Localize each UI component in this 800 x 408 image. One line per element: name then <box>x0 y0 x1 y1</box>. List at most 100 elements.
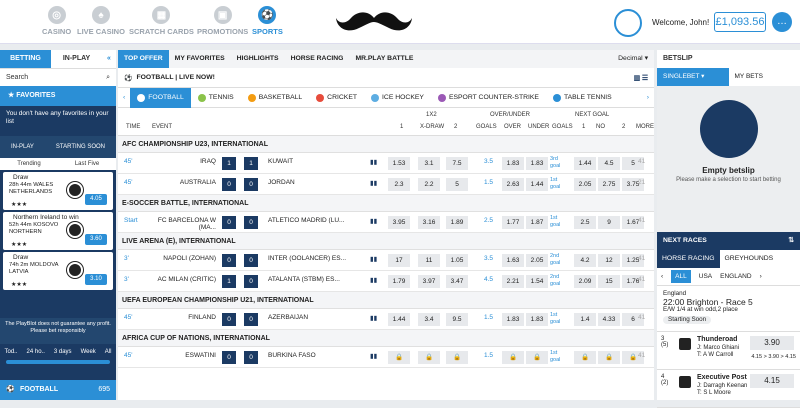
odd-button[interactable]: 🔒 <box>388 351 410 364</box>
odd-button[interactable]: 1.54 <box>526 275 548 288</box>
mini-in-play[interactable]: IN-PLAY <box>11 144 34 150</box>
search-input[interactable]: Search⌕ <box>0 68 116 86</box>
more-markets[interactable]: 41 <box>638 217 645 224</box>
odd-button[interactable]: 1.77 <box>502 216 524 229</box>
price-button[interactable]: 3.90 <box>750 336 794 350</box>
odd-button[interactable]: 5 <box>446 178 468 191</box>
favorites-header[interactable]: ★ FAVORITES <box>0 86 116 106</box>
avatar[interactable] <box>614 9 642 37</box>
more-markets[interactable]: 41 <box>638 276 645 283</box>
stats-icon[interactable]: ▮▮ <box>370 179 377 187</box>
tab-trending[interactable]: Trending <box>0 158 58 170</box>
odd-button[interactable]: 🔒 <box>418 351 440 364</box>
event-row[interactable]: 3'NAPOLI (ZOHAN)00INTER (OOLANCER) ES...… <box>118 250 654 271</box>
sport-table-tennis[interactable]: TABLE TENNIS <box>546 94 619 102</box>
odd-button[interactable]: 15 <box>598 275 620 288</box>
odd-button[interactable]: 1.53 <box>388 157 410 170</box>
suggestion-card[interactable]: Draw74h 2m MOLDOVA LATVIA★★★3.10 <box>3 252 113 290</box>
nav-live-casino[interactable]: ♠LIVE CASINO <box>77 6 125 36</box>
prev-icon[interactable]: ‹ <box>118 94 130 101</box>
odd-button[interactable]: 3.95 <box>388 216 410 229</box>
odd-button[interactable]: 1.83 <box>526 157 548 170</box>
odd-button[interactable]: 2.75 <box>598 178 620 191</box>
odd-button[interactable]: 2.3 <box>388 178 410 191</box>
odd-button[interactable]: 1.83 <box>502 313 524 326</box>
odd-button[interactable]: 17 <box>388 254 410 267</box>
odd-button[interactable]: 1.44 <box>526 178 548 191</box>
sport-football[interactable]: FOOTBALL <box>130 88 191 108</box>
filter-icon[interactable]: ⇅ <box>788 232 794 250</box>
nav-promotions[interactable]: ▣PROMOTIONS <box>197 6 248 36</box>
odd-button[interactable]: 🔒 <box>574 351 596 364</box>
stats-icon[interactable]: ▮▮ <box>370 276 377 284</box>
next-icon[interactable]: › <box>642 94 654 101</box>
tab-greyhounds[interactable]: GREYHOUNDS <box>720 250 779 268</box>
odd-button[interactable]: 3.16 <box>418 216 440 229</box>
nav-sports[interactable]: ⚽SPORTS <box>252 6 283 36</box>
balance-button[interactable]: £1,093.56 <box>714 12 766 32</box>
race-info[interactable]: England22:00 Brighton - Race 5E/W 1/4 at… <box>657 286 800 332</box>
odd-button[interactable]: 1.44 <box>388 313 410 326</box>
odd-button[interactable]: 2.09 <box>574 275 596 288</box>
more-markets[interactable]: 21 <box>638 179 645 186</box>
odd-button[interactable]: 3.4 <box>418 313 440 326</box>
odd-button[interactable]: 2.63 <box>502 178 524 191</box>
sport-esport[interactable]: ESPORT COUNTER-STRIKE <box>431 94 546 102</box>
sport-basketball[interactable]: BASKETBALL <box>241 94 309 102</box>
odd-button[interactable]: 🔒 <box>446 351 468 364</box>
odd-button[interactable]: 9 <box>598 216 620 229</box>
odd-button[interactable]: 1.79 <box>388 275 410 288</box>
odd-button[interactable]: 1.83 <box>526 313 548 326</box>
odds-format-select[interactable]: Decimal ▾ <box>612 50 654 68</box>
mini-starting-soon[interactable]: STARTING SOON <box>56 144 105 150</box>
event-row[interactable]: 3'AC MILAN (CRITIC)10ATALANTA (STBM) ES.… <box>118 271 654 292</box>
more-markets[interactable]: 41 <box>638 255 645 262</box>
tab-my-favorites[interactable]: MY FAVORITES <box>169 50 231 68</box>
nav-casino[interactable]: ◎CASINO <box>42 6 71 36</box>
odd-button[interactable]: 🔒 <box>598 351 620 364</box>
nav-scratch-cards[interactable]: ▦SCRATCH CARDS <box>129 6 194 36</box>
price-button[interactable]: 4.15 <box>750 374 794 388</box>
runner-row[interactable]: 4 (2)Executive PostJ: Darragh Keenan T: … <box>657 370 800 408</box>
odd-button[interactable]: 3.60 <box>85 234 107 245</box>
tab-highlights[interactable]: HIGHLIGHTS <box>231 50 285 68</box>
odd-button[interactable]: 2.05 <box>526 254 548 267</box>
odd-button[interactable]: 1.44 <box>574 157 596 170</box>
event-row[interactable]: 45'FINLAND00AZERBAIJAN▮▮1.443.49.51.51.8… <box>118 309 654 330</box>
tab-betting[interactable]: BETTING <box>0 50 51 68</box>
more-markets[interactable]: 41 <box>638 314 645 321</box>
stats-icon[interactable]: ▮▮ <box>370 217 377 225</box>
more-markets[interactable]: 41 <box>638 158 645 165</box>
mustache-logo[interactable] <box>335 8 413 36</box>
tab-last-five[interactable]: Last Five <box>58 158 116 170</box>
collapse-icon[interactable]: « <box>102 50 116 68</box>
odd-button[interactable]: 2.05 <box>574 178 596 191</box>
odd-button[interactable]: 3.97 <box>418 275 440 288</box>
suggestion-card[interactable]: Northern Ireland to win52h 44m KOSOVO NO… <box>3 212 113 250</box>
stats-icon[interactable]: ▮▮ <box>370 255 377 263</box>
event-row[interactable]: 45'IRAQ11KUWAIT▮▮1.533.17.53.51.831.833r… <box>118 153 654 174</box>
tab-horse-racing[interactable]: HORSE RACING <box>285 50 350 68</box>
tab-horse-racing-right[interactable]: HORSE RACING <box>657 250 720 268</box>
sidebar-item-football[interactable]: ⚽FOOTBALL695 <box>0 380 116 400</box>
sport-tennis[interactable]: TENNIS <box>191 94 241 102</box>
odd-button[interactable]: 2.2 <box>418 178 440 191</box>
odd-button[interactable]: 12 <box>598 254 620 267</box>
event-row[interactable]: 45'AUSTRALIA00JORDAN▮▮2.32.251.52.631.44… <box>118 174 654 195</box>
odd-button[interactable]: 1.4 <box>574 313 596 326</box>
more-markets[interactable]: 41 <box>638 352 645 359</box>
stats-icon[interactable]: ▮▮ <box>370 158 377 166</box>
view-toggle-icon[interactable]: ▥ ☰ <box>634 74 648 82</box>
odd-button[interactable]: 7.5 <box>446 157 468 170</box>
odd-button[interactable]: 4.5 <box>598 157 620 170</box>
stats-icon[interactable]: ▮▮ <box>370 352 377 360</box>
event-row[interactable]: 45'ESWATINI00BURKINA FASO▮▮🔒🔒🔒1.5🔒🔒1st g… <box>118 347 654 368</box>
odd-button[interactable]: 🔒 <box>502 351 524 364</box>
odd-button[interactable]: 3.10 <box>85 274 107 285</box>
event-row[interactable]: StartFC BARCELONA W (MA...00ATLETICO MAD… <box>118 212 654 233</box>
tab-in-play[interactable]: IN-PLAY <box>51 50 102 68</box>
odd-button[interactable]: 1.63 <box>502 254 524 267</box>
tab-mr-play-battle[interactable]: MR.PLAY BATTLE <box>349 50 419 68</box>
odd-button[interactable]: 4.33 <box>598 313 620 326</box>
odd-button[interactable]: 3.47 <box>446 275 468 288</box>
